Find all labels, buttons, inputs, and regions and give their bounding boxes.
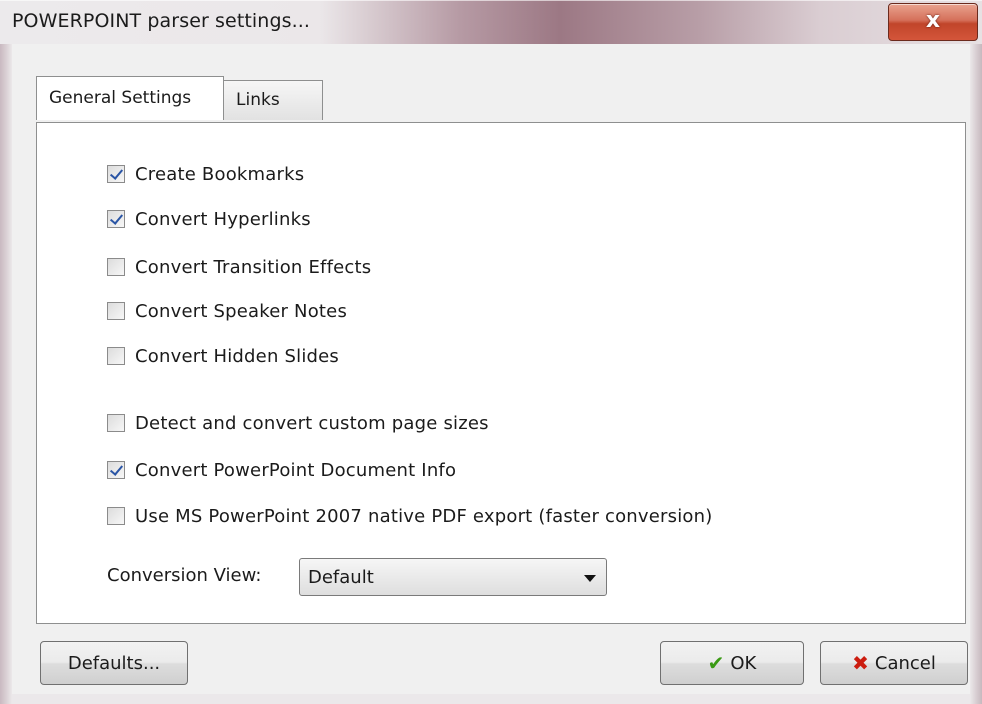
conversion-view-label: Conversion View: bbox=[107, 565, 262, 586]
option-create-bookmarks[interactable]: Create Bookmarks bbox=[107, 161, 304, 187]
cancel-button[interactable]: ✖ Cancel bbox=[820, 641, 968, 685]
checkbox-label: Convert Hyperlinks bbox=[135, 208, 311, 230]
checkbox-label: Convert PowerPoint Document Info bbox=[135, 459, 457, 481]
chevron-down-icon[interactable] bbox=[584, 575, 596, 582]
checkbox-label: Convert Hidden Slides bbox=[135, 345, 339, 367]
checkbox[interactable] bbox=[107, 165, 125, 183]
close-button[interactable]: x bbox=[888, 3, 978, 41]
ok-button[interactable]: ✔ OK bbox=[660, 641, 804, 685]
ok-button-label: OK bbox=[730, 652, 757, 674]
option-convert-speaker-notes[interactable]: Convert Speaker Notes bbox=[107, 298, 347, 324]
cancel-button-label: Cancel bbox=[874, 652, 936, 674]
close-icon: x bbox=[925, 8, 941, 33]
dialog-window: POWERPOINT parser settings... x General … bbox=[0, 0, 982, 704]
general-settings-panel: Create Bookmarks Convert Hyperlinks Conv… bbox=[36, 122, 966, 624]
tab-links[interactable]: Links bbox=[223, 80, 323, 120]
option-convert-hyperlinks[interactable]: Convert Hyperlinks bbox=[107, 206, 311, 232]
red-x-icon: ✖ bbox=[852, 651, 869, 675]
dialog-client-area: General Settings Links Create Bookmarks … bbox=[12, 44, 970, 694]
tab-general-settings[interactable]: General Settings bbox=[36, 76, 224, 120]
option-convert-document-info[interactable]: Convert PowerPoint Document Info bbox=[107, 457, 456, 483]
checkbox-label: Convert Transition Effects bbox=[135, 256, 372, 278]
window-title: POWERPOINT parser settings... bbox=[12, 10, 311, 32]
option-native-pdf-export[interactable]: Use MS PowerPoint 2007 native PDF export… bbox=[107, 503, 712, 529]
checkbox[interactable] bbox=[107, 414, 125, 432]
checkbox[interactable] bbox=[107, 347, 125, 365]
conversion-view-value: Default bbox=[308, 567, 374, 588]
option-detect-custom-page-sizes[interactable]: Detect and convert custom page sizes bbox=[107, 410, 489, 436]
defaults-button-label: Defaults... bbox=[67, 652, 161, 674]
checkbox-label: Convert Speaker Notes bbox=[135, 300, 348, 322]
checkbox-label: Create Bookmarks bbox=[135, 163, 305, 185]
checkbox[interactable] bbox=[107, 302, 125, 320]
conversion-view-select[interactable]: Default bbox=[299, 558, 607, 596]
defaults-button[interactable]: Defaults... bbox=[40, 641, 188, 685]
checkbox-label: Use MS PowerPoint 2007 native PDF export… bbox=[135, 505, 713, 527]
checkbox[interactable] bbox=[107, 210, 125, 228]
checkbox[interactable] bbox=[107, 461, 125, 479]
option-convert-transition-effects[interactable]: Convert Transition Effects bbox=[107, 254, 371, 280]
checkbox[interactable] bbox=[107, 258, 125, 276]
checkbox-label: Detect and convert custom page sizes bbox=[135, 412, 489, 434]
option-convert-hidden-slides[interactable]: Convert Hidden Slides bbox=[107, 343, 339, 369]
checkbox[interactable] bbox=[107, 507, 125, 525]
checkmark-icon: ✔ bbox=[707, 651, 725, 675]
title-bar[interactable]: POWERPOINT parser settings... x bbox=[0, 0, 982, 44]
